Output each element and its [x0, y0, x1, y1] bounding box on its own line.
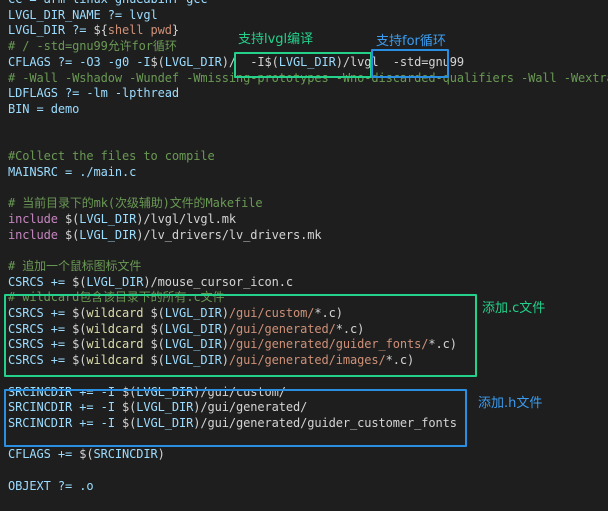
code-token: # / -std=gnu99允许for循环 — [8, 39, 177, 54]
code-token: #Collect the files to compile — [8, 149, 215, 163]
h-files-highlight-box — [4, 389, 467, 447]
code-token: # 当前目录下的mk(次级辅助)文件的Makefile — [8, 196, 263, 211]
code-token: ) — [157, 447, 165, 462]
code-token: $( — [150, 54, 165, 69]
code-token: LVGL_DIR_NAME ?= lvgl — [8, 7, 158, 22]
code-token: BIN = demo — [8, 101, 80, 116]
code-token: CC = arm-linux-gnueabihf-gcc — [8, 0, 208, 6]
code-line: LVGL_DIR_NAME ?= lvgl — [8, 8, 158, 24]
code-line: LDFLAGS ?= -lm -lpthread — [8, 86, 179, 102]
code-token: include — [8, 211, 65, 226]
code-line: CC = arm-linux-gnueabihf-gcc — [8, 0, 208, 8]
code-token: LVGL_DIR — [86, 274, 144, 289]
lvgl-compile-annotation: 支持lvgl编译 — [238, 32, 314, 47]
code-line: CFLAGS += $(SRCINCDIR) — [8, 447, 165, 463]
add-h-files-annotation: 添加.h文件 — [478, 396, 543, 411]
code-token: include — [8, 227, 65, 242]
code-line: include $(LVGL_DIR)/lv_drivers/lv_driver… — [8, 228, 322, 244]
code-line: BIN = demo — [8, 102, 79, 118]
code-token: LVGL_DIR — [79, 211, 137, 226]
code-line: LVGL_DIR ?= ${shell pwd} — [8, 23, 179, 39]
code-token: $( — [79, 447, 94, 462]
code-token: shell pwd — [107, 23, 172, 38]
code-line: #Collect the files to compile — [8, 149, 215, 165]
code-token: )/mouse_cursor_icon.c — [143, 274, 293, 289]
code-line: OBJEXT ?= .o — [8, 479, 94, 495]
code-token: CFLAGS ?= -O3 -g0 -I — [8, 54, 151, 69]
code-token: ${ — [93, 23, 108, 38]
code-line: # / -std=gnu99允许for循环 — [8, 39, 177, 55]
code-token: CSRCS += — [8, 274, 73, 289]
code-token: LVGL_DIR — [79, 227, 137, 242]
code-token: } — [171, 23, 179, 38]
code-token: )/lv_drivers/lv_drivers.mk — [136, 227, 322, 242]
code-token: MAINSRC = ./main.c — [8, 164, 137, 179]
code-line: include $(LVGL_DIR)/lvgl/lvgl.mk — [8, 212, 236, 228]
code-token: LVGL_DIR — [164, 54, 222, 69]
code-line: # 当前目录下的mk(次级辅助)文件的Makefile — [8, 196, 263, 212]
code-token: # 追加一个鼠标图标文件 — [8, 258, 142, 273]
code-token: SRCINCDIR — [93, 447, 158, 462]
code-token: OBJEXT ?= .o — [8, 478, 94, 493]
code-token: $( — [65, 211, 80, 226]
c-files-highlight-box — [4, 294, 477, 377]
code-line: MAINSRC = ./main.c — [8, 165, 136, 181]
code-token: )/lvgl/lvgl.mk — [136, 211, 236, 226]
code-token: CFLAGS += — [8, 447, 80, 462]
code-line: # 追加一个鼠标图标文件 — [8, 259, 141, 275]
lvgl-include-highlight-box — [234, 52, 372, 78]
code-line: CSRCS += $(LVGL_DIR)/mouse_cursor_icon.c — [8, 275, 293, 291]
code-token: LVGL_DIR ?= — [8, 23, 94, 38]
add-c-files-annotation: 添加.c文件 — [482, 301, 546, 316]
code-token: $( — [72, 274, 87, 289]
for-loop-annotation: 支持for循环 — [376, 34, 446, 49]
std-gnu99-highlight-box — [371, 49, 449, 78]
code-token: $( — [65, 227, 80, 242]
code-token: LDFLAGS ?= -lm -lpthread — [8, 86, 179, 101]
